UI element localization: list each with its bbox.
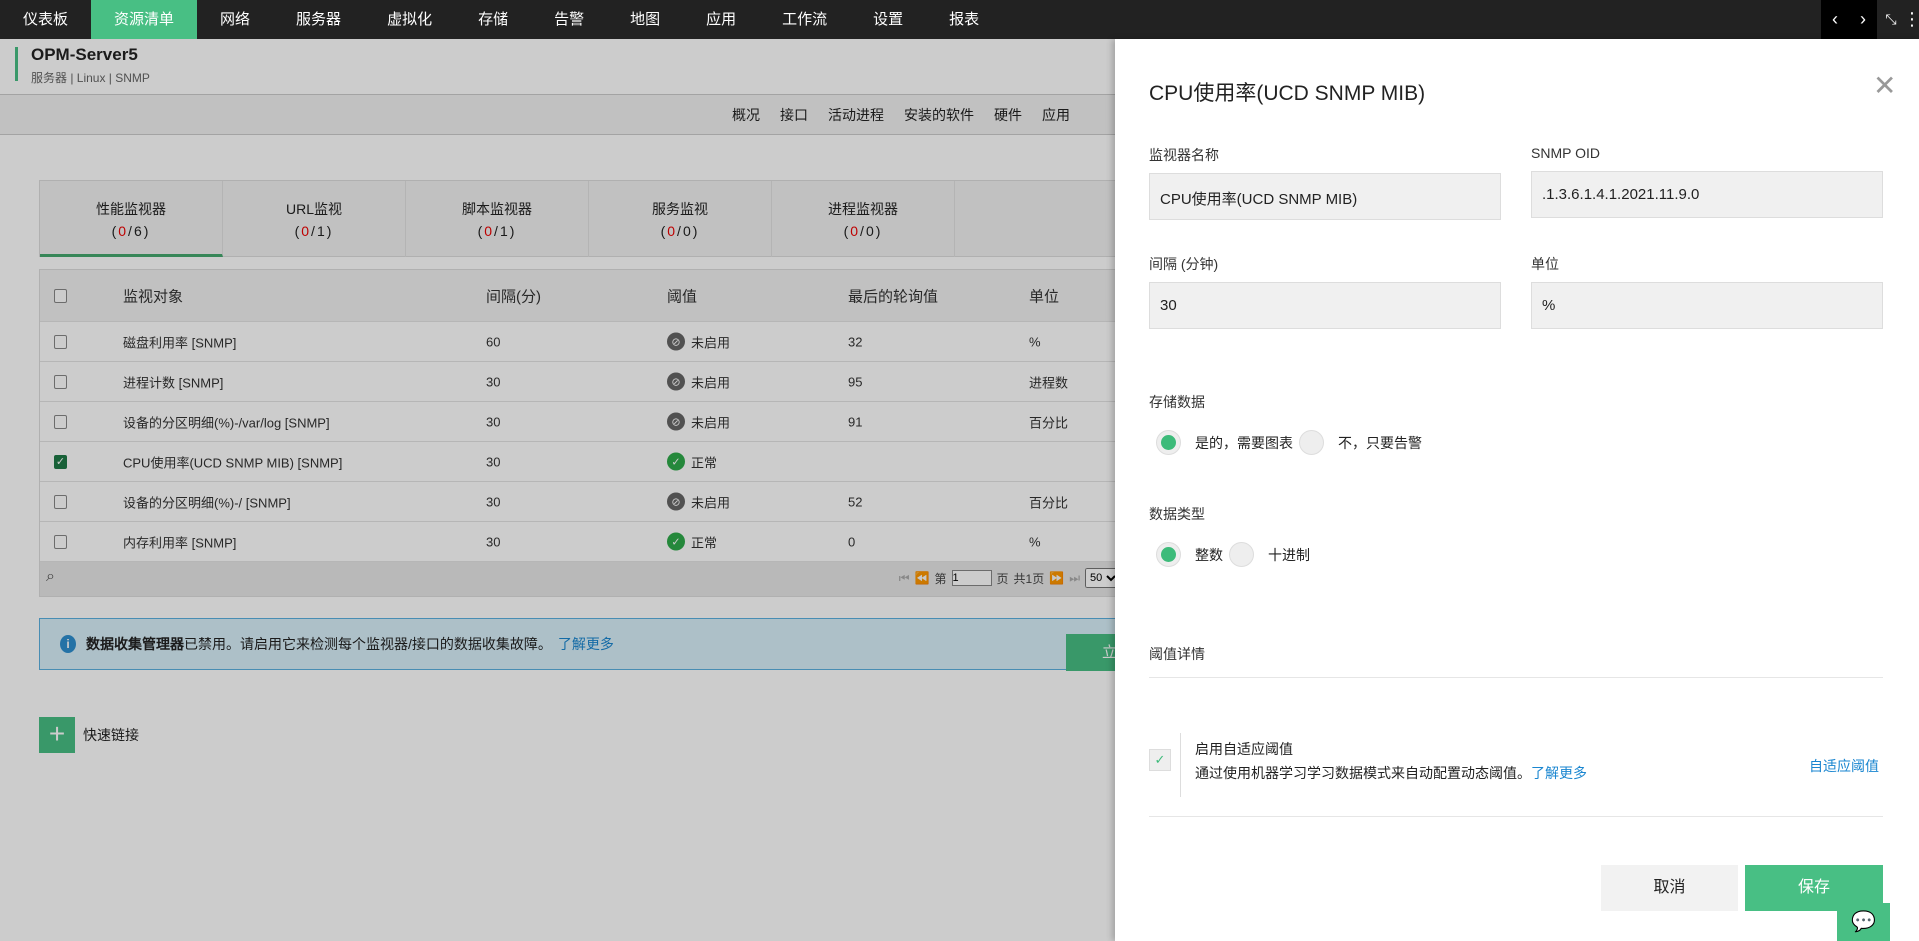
nav-item[interactable]: 存储 bbox=[455, 0, 531, 39]
nav-item[interactable]: 网络 bbox=[197, 0, 273, 39]
name-input[interactable]: CPU使用率(UCD SNMP MIB) bbox=[1149, 173, 1501, 220]
radio-label[interactable]: 不，只要告警 bbox=[1338, 433, 1422, 453]
radio-label[interactable]: 是的，需要图表 bbox=[1195, 433, 1293, 453]
threshold-details-label: 阈值详情 bbox=[1149, 646, 1205, 662]
store-data-radio-group: 是的，需要图表 不，只要告警 bbox=[1156, 430, 1422, 455]
close-icon[interactable]: ✕ bbox=[1873, 69, 1896, 102]
divider bbox=[1149, 677, 1883, 678]
chevron-right-icon[interactable]: › bbox=[1849, 0, 1877, 39]
unit-label: 单位 bbox=[1531, 256, 1559, 272]
oid-input[interactable]: .1.3.6.1.4.1.2021.11.9.0 bbox=[1531, 171, 1883, 218]
nav-item[interactable]: 设置 bbox=[850, 0, 926, 39]
adaptive-desc: 通过使用机器学习学习数据模式来自动配置动态阈值。了解更多 bbox=[1195, 765, 1587, 781]
nav-item[interactable]: 地图 bbox=[607, 0, 683, 39]
adaptive-title: 启用自适应阈值 bbox=[1195, 741, 1293, 757]
more-vertical-icon[interactable]: ⋮ bbox=[1903, 0, 1919, 39]
collapse-icon[interactable]: ⤡ bbox=[1877, 0, 1905, 39]
adaptive-threshold-link[interactable]: 自适应阈值 bbox=[1809, 756, 1879, 776]
nav-item[interactable]: 服务器 bbox=[273, 0, 364, 39]
nav-right-controls: ‹ › ⤡ ⋮ bbox=[1821, 0, 1919, 39]
data-type-label: 数据类型 bbox=[1149, 506, 1205, 522]
store-data-label: 存储数据 bbox=[1149, 394, 1205, 410]
divider bbox=[1180, 733, 1181, 797]
adaptive-threshold-checkbox[interactable]: ✓ bbox=[1149, 749, 1171, 771]
modal-overlay[interactable] bbox=[0, 39, 1115, 941]
radio-label[interactable]: 十进制 bbox=[1268, 545, 1310, 565]
panel-title: CPU使用率(UCD SNMP MIB) bbox=[1149, 82, 1426, 105]
cancel-button[interactable]: 取消 bbox=[1601, 865, 1738, 911]
nav-item[interactable]: 告警 bbox=[531, 0, 607, 39]
radio-store-yes[interactable] bbox=[1156, 430, 1181, 455]
radio-label[interactable]: 整数 bbox=[1195, 545, 1223, 565]
interval-input[interactable]: 30 bbox=[1149, 282, 1501, 329]
divider bbox=[1149, 816, 1883, 817]
oid-label: SNMP OID bbox=[1531, 145, 1600, 161]
nav-item[interactable]: 仪表板 bbox=[0, 0, 91, 39]
radio-store-no[interactable] bbox=[1299, 430, 1324, 455]
interval-label: 间隔 (分钟) bbox=[1149, 256, 1219, 272]
nav-item[interactable]: 工作流 bbox=[759, 0, 850, 39]
top-nav: 仪表板 资源清单 网络 服务器 虚拟化 存储 告警 地图 应用 工作流 设置 报表 bbox=[0, 0, 1919, 39]
data-type-radio-group: 整数 十进制 bbox=[1156, 542, 1310, 567]
nav-item[interactable]: 虚拟化 bbox=[364, 0, 455, 39]
nav-item[interactable]: 报表 bbox=[926, 0, 1002, 39]
radio-integer[interactable] bbox=[1156, 542, 1181, 567]
nav-item[interactable]: 资源清单 bbox=[91, 0, 198, 39]
chevron-left-icon[interactable]: ‹ bbox=[1821, 0, 1849, 39]
chat-icon[interactable]: 💬 bbox=[1837, 903, 1890, 941]
nav-item[interactable]: 应用 bbox=[683, 0, 759, 39]
radio-decimal[interactable] bbox=[1229, 542, 1254, 567]
adaptive-learn-more-link[interactable]: 了解更多 bbox=[1531, 765, 1587, 781]
unit-input[interactable]: % bbox=[1531, 282, 1883, 329]
edit-monitor-panel: CPU使用率(UCD SNMP MIB) ✕ 监视器名称 CPU使用率(UCD … bbox=[1115, 39, 1919, 941]
name-label: 监视器名称 bbox=[1149, 147, 1219, 163]
